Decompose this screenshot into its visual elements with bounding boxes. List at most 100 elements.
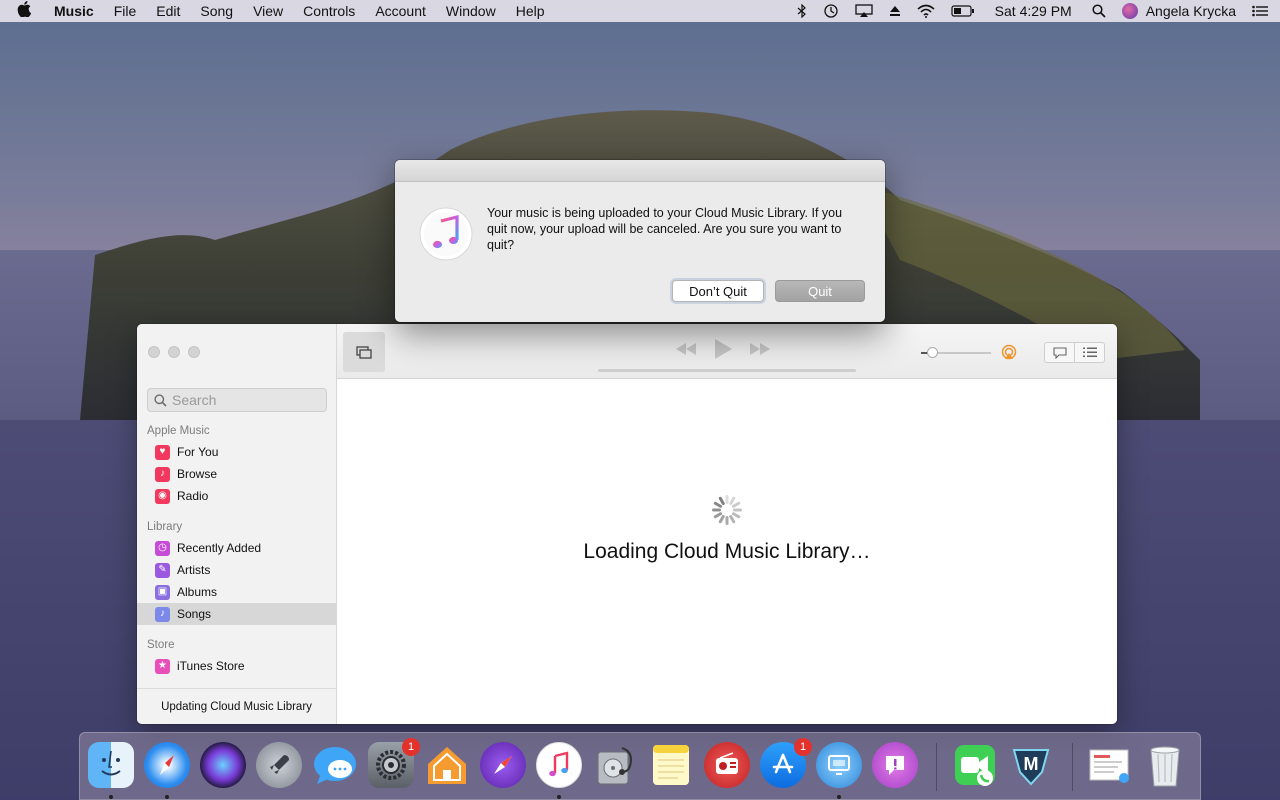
sidebar-item-albums[interactable]: ▣ Albums (137, 581, 336, 603)
fast-forward-icon[interactable] (749, 342, 771, 356)
menu-help[interactable]: Help (506, 0, 555, 22)
dock: 1 1 M (79, 732, 1201, 800)
sidebar-item-browse[interactable]: ♪ Browse (137, 463, 336, 485)
menu-controls[interactable]: Controls (293, 0, 365, 22)
main-content: Loading Cloud Music Library… (337, 379, 1117, 724)
home-icon[interactable] (424, 742, 470, 788)
launchpad-icon[interactable] (256, 742, 302, 788)
notes-icon[interactable] (648, 742, 694, 788)
menu-account[interactable]: Account (365, 0, 436, 22)
menu-app-name[interactable]: Music (48, 0, 104, 22)
up-next-button[interactable] (1075, 343, 1104, 362)
miniplayer-icon (356, 345, 372, 359)
running-indicator (109, 795, 113, 799)
notification-center-icon[interactable] (1244, 0, 1280, 22)
zoom-button[interactable] (188, 346, 200, 358)
sidebar-item-label: Artists (177, 563, 211, 577)
screen-sharing-icon[interactable] (816, 742, 862, 788)
running-indicator (837, 795, 841, 799)
user-menu[interactable]: Angela Krycka (1114, 0, 1244, 22)
dock-separator (1072, 743, 1073, 791)
user-avatar-icon (1121, 3, 1138, 19)
facetime-icon[interactable] (952, 742, 998, 788)
window-controls (148, 346, 200, 358)
playback-progress-track[interactable] (598, 369, 856, 372)
loading-spinner-icon (712, 495, 742, 525)
song-note-icon: ♪ (155, 606, 170, 622)
disk-utility-icon[interactable] (592, 742, 638, 788)
lyrics-button[interactable] (1045, 343, 1075, 362)
system-preferences-icon[interactable]: 1 (368, 738, 420, 788)
compass-icon[interactable] (480, 742, 526, 788)
quit-confirmation-dialog: Your music is being uploaded to your Clo… (395, 160, 885, 322)
list-icon (1082, 347, 1097, 357)
search-icon (154, 393, 167, 407)
music-app-icon (419, 207, 473, 261)
minimize-button[interactable] (168, 346, 180, 358)
time-machine-icon[interactable] (815, 0, 847, 22)
apple-logo-icon[interactable] (0, 1, 48, 21)
sidebar-item-itunes-store[interactable]: ★ iTunes Store (137, 655, 336, 677)
search-placeholder: Search (172, 392, 217, 408)
quit-button[interactable]: Quit (775, 280, 865, 302)
play-icon[interactable] (713, 338, 733, 360)
rewind-icon[interactable] (675, 342, 697, 356)
battery-icon[interactable] (943, 0, 983, 22)
airplay-icon[interactable] (847, 0, 881, 22)
search-field[interactable]: Search (147, 388, 327, 412)
finder-icon[interactable] (88, 742, 134, 788)
document-stack-icon[interactable] (1086, 742, 1132, 788)
sidebar: Search Apple Music ♥ For You ♪ Browse ◉ … (137, 324, 337, 724)
airplay-output-icon[interactable] (1001, 344, 1017, 365)
app-store-icon[interactable]: 1 (760, 738, 812, 788)
menu-edit[interactable]: Edit (146, 0, 190, 22)
dock-separator (936, 743, 937, 791)
dont-quit-button[interactable]: Don’t Quit (672, 280, 764, 302)
radio-app-icon[interactable] (704, 742, 750, 788)
section-apple-music: Apple Music (147, 425, 210, 437)
sidebar-item-songs[interactable]: ♪ Songs (137, 603, 336, 625)
miniplayer-button[interactable] (343, 332, 385, 372)
feedback-assistant-icon[interactable] (872, 742, 918, 788)
sidebar-item-radio[interactable]: ◉ Radio (137, 485, 336, 507)
album-stack-icon: ▣ (155, 584, 170, 600)
sidebar-item-recently-added[interactable]: ◷ Recently Added (137, 537, 336, 559)
volume-slider[interactable] (921, 347, 991, 358)
sidebar-item-artists[interactable]: ✎ Artists (137, 559, 336, 581)
music-note-icon: ♪ (155, 466, 170, 482)
spotlight-icon[interactable] (1084, 0, 1114, 22)
metaglass-icon[interactable]: M (1008, 742, 1054, 788)
loading-message: Loading Cloud Music Library… (583, 540, 871, 563)
close-button[interactable] (148, 346, 160, 358)
sidebar-item-label: For You (177, 445, 219, 459)
menu-window[interactable]: Window (436, 0, 506, 22)
sidebar-item-label: Browse (177, 467, 218, 481)
menu-bar: Music File Edit Song View Controls Accou… (0, 0, 1280, 22)
transport-controls (675, 338, 771, 360)
menu-song[interactable]: Song (190, 0, 243, 22)
menu-file[interactable]: File (104, 0, 147, 22)
running-indicator (165, 795, 169, 799)
music-icon[interactable] (536, 742, 582, 788)
player-toolbar (337, 324, 1117, 379)
dialog-message: Your music is being uploaded to your Clo… (487, 206, 843, 252)
menu-clock[interactable]: Sat 4:29 PM (983, 0, 1084, 22)
section-store: Store (147, 639, 175, 651)
eject-icon[interactable] (881, 0, 909, 22)
lyrics-upnext-segment (1044, 342, 1105, 363)
siri-icon[interactable] (200, 742, 246, 788)
sidebar-item-label: Songs (177, 607, 212, 621)
trash-icon[interactable] (1142, 742, 1188, 788)
wifi-icon[interactable] (909, 0, 943, 22)
menu-view[interactable]: View (243, 0, 293, 22)
messages-icon[interactable] (312, 742, 358, 788)
sidebar-item-for-you[interactable]: ♥ For You (137, 441, 336, 463)
volume-knob[interactable] (926, 347, 938, 358)
notification-badge: 1 (794, 738, 812, 756)
microphone-icon: ✎ (155, 562, 170, 578)
bluetooth-icon[interactable] (789, 0, 815, 22)
notification-badge: 1 (402, 738, 420, 756)
sidebar-status: Updating Cloud Music Library (137, 688, 336, 724)
lyrics-speech-icon (1052, 346, 1067, 359)
safari-icon[interactable] (144, 742, 190, 788)
